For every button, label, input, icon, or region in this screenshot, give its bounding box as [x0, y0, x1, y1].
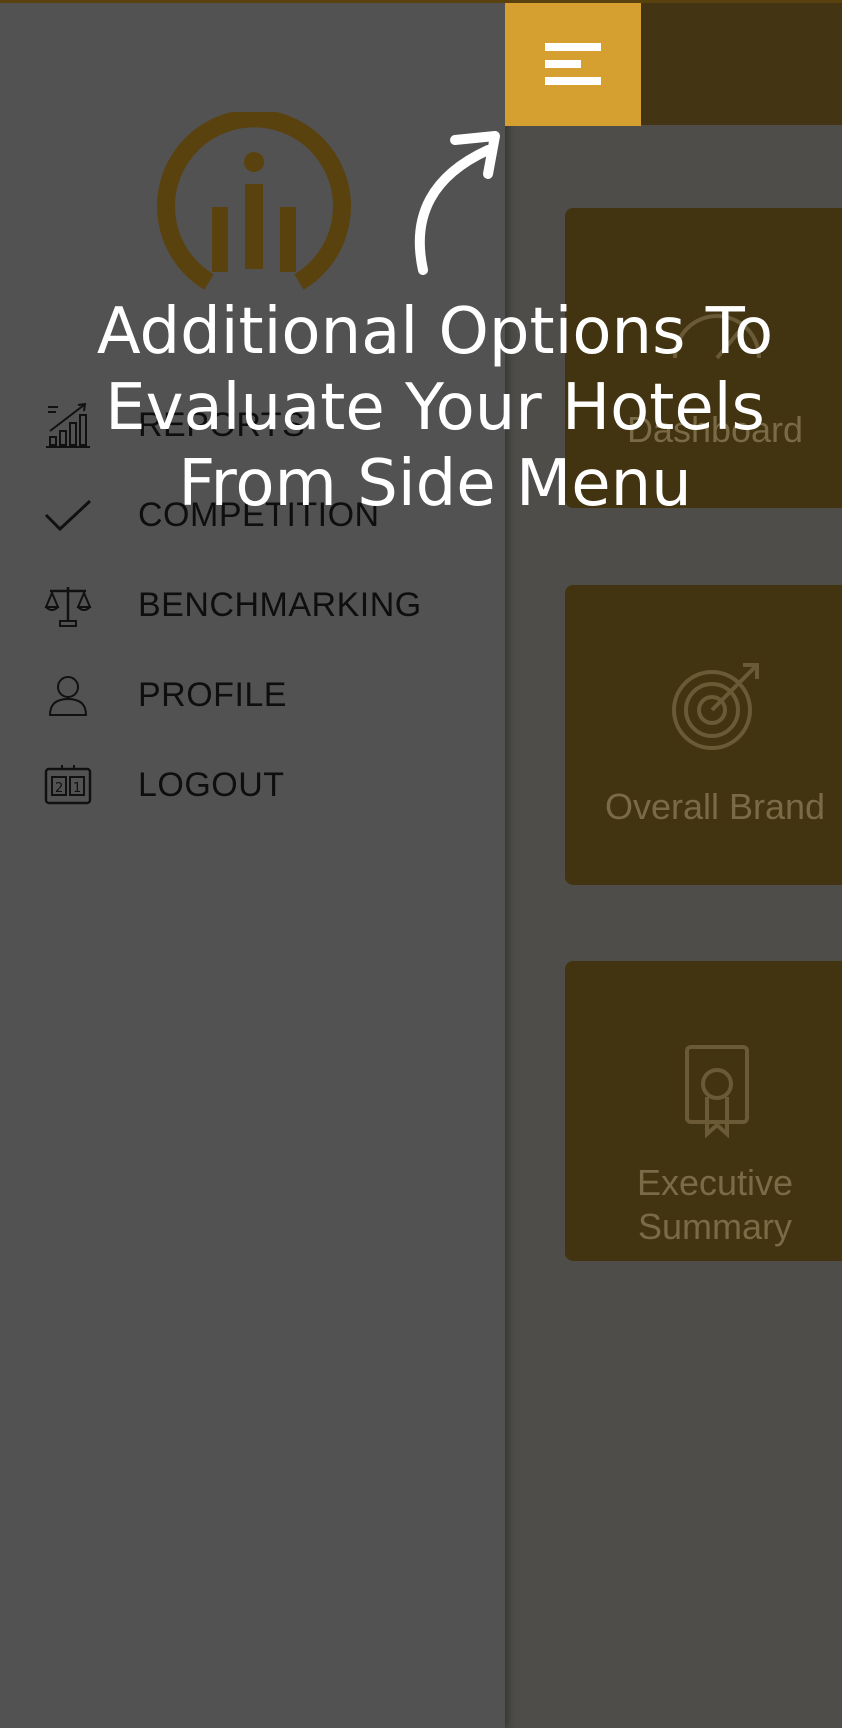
scales-icon [44, 581, 92, 629]
sidebar-item-label: BENCHMARKING [138, 585, 422, 624]
executive-summary-card[interactable]: Executive Summary [565, 961, 842, 1261]
coach-tip-line: Additional Options To [96, 295, 774, 369]
brand-logo [157, 112, 351, 290]
svg-text:2: 2 [55, 781, 63, 796]
coach-tip-line: Evaluate Your Hotels [105, 371, 765, 445]
main-content: Dashboard Overall Brand Executive Summar… [505, 0, 842, 1728]
overall-brand-card[interactable]: Overall Brand [565, 585, 842, 885]
coach-tip-line: From Side Menu [178, 447, 692, 521]
user-icon [44, 671, 92, 719]
coach-tip: Additional Options To Evaluate Your Hote… [40, 294, 830, 522]
certificate-icon [685, 1045, 749, 1139]
menu-toggle-button[interactable] [505, 2, 641, 126]
sidebar-item-label: PROFILE [138, 675, 287, 714]
pointer-arrow-icon [414, 131, 500, 275]
scoreboard-icon: 2 1 [44, 761, 92, 809]
sidebar-item-benchmarking[interactable]: BENCHMARKING [44, 560, 484, 650]
card-label: Overall Brand [604, 786, 826, 827]
card-label-line1: Executive [636, 1162, 794, 1203]
sidebar-item-logout[interactable]: 2 1 LOGOUT [44, 740, 484, 830]
hamburger-menu-icon [545, 43, 601, 85]
svg-text:1: 1 [73, 781, 81, 796]
target-icon [672, 663, 759, 750]
top-border [0, 0, 842, 3]
card-label-line2: Summary [637, 1206, 793, 1247]
sidebar-item-profile[interactable]: PROFILE [44, 650, 484, 740]
sidebar-item-label: LOGOUT [138, 765, 285, 804]
